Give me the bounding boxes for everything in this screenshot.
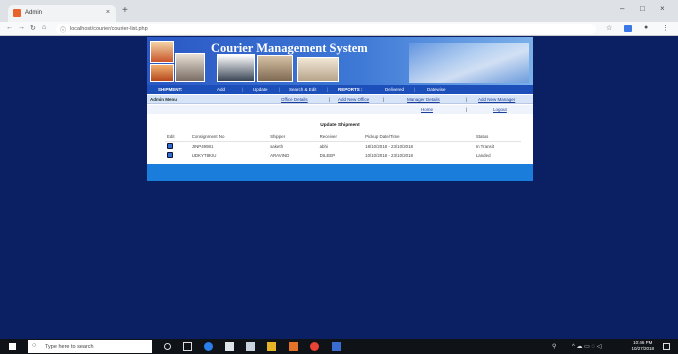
menu-search-edit-link[interactable]: Search & Edit (289, 87, 317, 92)
people-icon[interactable]: ⚲ (552, 343, 556, 350)
url-text: localhost/courier/courier-list.php (70, 26, 148, 32)
menu-separator: | (327, 87, 329, 92)
mic-icon[interactable] (164, 343, 171, 350)
table-header-row: Edit Consignment No Shipper Receiver Pic… (165, 133, 521, 142)
profile-icon[interactable]: ● (644, 24, 648, 31)
store-icon[interactable] (225, 342, 234, 351)
admin-menu-bar: Admin Menu Office Details | Add New Offi… (147, 95, 533, 104)
menu-separator: | (414, 87, 416, 92)
app-icon[interactable] (289, 342, 298, 351)
link-separator: | (466, 107, 468, 112)
taskbar-search-input[interactable]: ○ Type here to search (28, 340, 152, 353)
col-header-receiver: Receiver (317, 133, 364, 142)
reports-label: REPORTS : (338, 87, 363, 92)
maximize-button[interactable]: □ (640, 4, 645, 13)
courier-image-5 (297, 57, 339, 82)
col-header-consignment: Consignment No (189, 133, 269, 142)
section-title: Update Shipment (320, 123, 360, 128)
link-separator: | (329, 97, 331, 102)
forward-icon[interactable]: → (18, 24, 25, 31)
clock-date: 10/27/2018 (631, 346, 654, 351)
add-new-manager-link[interactable]: Add New Manager (478, 97, 515, 102)
menu-update-link[interactable]: Update (253, 87, 268, 92)
link-separator: | (383, 97, 385, 102)
search-placeholder: Type here to search (45, 344, 94, 350)
menu-delivered-link[interactable]: Delivered (385, 87, 404, 92)
col-header-edit: Edit (165, 133, 190, 142)
new-tab-button[interactable]: + (122, 5, 128, 16)
site-favicon-icon (13, 9, 21, 17)
edit-icon[interactable] (167, 142, 173, 149)
courier-image-4 (257, 55, 293, 82)
courier-image-3 (217, 54, 255, 82)
table-row: UDKYT8KIU ARAVIND DILEEP 10/10/2018 - 23… (165, 151, 521, 160)
col-header-status: Status (473, 133, 521, 142)
notification-icon[interactable] (663, 343, 670, 350)
add-new-office-link[interactable]: Add New Office (338, 97, 369, 102)
taskbar-clock[interactable]: 10:46 PM 10/27/2018 (631, 340, 654, 352)
system-tray-icons[interactable]: ^ ☁ ▭ ◌ ◁ (572, 343, 601, 350)
home-icon[interactable]: ⌂ (42, 24, 46, 31)
edit-icon[interactable] (167, 151, 173, 158)
task-view-icon[interactable] (183, 342, 192, 351)
app-icon-2[interactable] (332, 342, 341, 351)
logout-link[interactable]: Logout (493, 107, 507, 112)
receiver-cell: abhi (319, 143, 328, 149)
shipment-table: Edit Consignment No Shipper Receiver Pic… (165, 133, 521, 160)
browser-tab[interactable]: Admin × (8, 5, 116, 22)
site-banner: Courier Management System (147, 37, 533, 85)
shipper-cell: saketh (270, 143, 284, 149)
status-cell: In Transit (475, 143, 494, 149)
shipment-menu-bar: SHIPMENT: Add | Update | Search & Edit |… (147, 85, 533, 94)
office-details-link[interactable]: Office Details (281, 97, 308, 102)
site-title: Courier Management System (211, 41, 368, 55)
mail-icon[interactable] (246, 342, 255, 351)
extension-icon[interactable] (624, 25, 632, 32)
shipment-logo-image (150, 41, 174, 63)
close-window-button[interactable]: × (660, 4, 665, 13)
shipment-label: SHIPMENT: (158, 87, 183, 92)
pickup-cell: 10/10/2018 - 23/10/2018 (365, 152, 413, 158)
menu-datewise-link[interactable]: Datewise (427, 87, 446, 92)
page-container: Courier Management System SHIPMENT: Add … (147, 37, 533, 181)
table-row: JINP49981 saketh abhi 18/10/2018 - 23/10… (165, 141, 521, 151)
menu-separator: | (242, 87, 244, 92)
col-header-shipper: Shipper (268, 133, 318, 142)
link-separator: | (466, 97, 468, 102)
info-icon: ⓘ (60, 28, 67, 34)
bookmark-star-icon[interactable]: ☆ (606, 24, 612, 32)
consignment-cell: UDKYT8KIU (191, 152, 217, 158)
taskbar: ○ Type here to search ⚲ ^ ☁ ▭ ◌ ◁ 10:46 … (0, 339, 678, 354)
pickup-cell: 18/10/2018 - 23/10/2018 (365, 143, 413, 149)
manager-details-link[interactable]: Manager Details (407, 97, 440, 102)
admin-sub-links: Home | Logout (147, 105, 533, 114)
menu-separator: | (279, 87, 281, 92)
close-tab-icon[interactable]: × (106, 9, 110, 16)
minimize-button[interactable]: – (620, 4, 624, 13)
search-icon: ○ (32, 342, 37, 349)
edge-browser-icon[interactable] (204, 342, 213, 351)
consignment-cell: JINP49981 (191, 143, 214, 149)
browser-tab-bar: Admin × + – □ × (0, 0, 678, 22)
tab-title: Admin (25, 10, 43, 16)
file-explorer-icon[interactable] (267, 342, 276, 351)
page-footer (147, 164, 533, 181)
windows-start-icon[interactable] (9, 343, 16, 350)
menu-dots-icon[interactable]: ⋮ (662, 24, 669, 32)
address-bar-row: ← → ↻ ⌂ ⓘ localhost/courier/courier-list… (0, 22, 678, 36)
admin-menu-label: Admin Menu (150, 97, 177, 102)
home-link[interactable]: Home (421, 107, 433, 112)
shipper-cell: ARAVIND (270, 152, 290, 158)
col-header-pickup: Pickup Date/Time (363, 133, 474, 142)
airplane-image (409, 43, 529, 83)
reload-icon[interactable]: ↻ (30, 24, 36, 32)
status-cell: Landed (475, 152, 491, 158)
courier-image-2 (175, 53, 205, 82)
receiver-cell: DILEEP (319, 152, 336, 158)
url-input[interactable]: ⓘ localhost/courier/courier-list.php (56, 24, 596, 34)
courier-image-1 (150, 64, 174, 82)
menu-add-link[interactable]: Add (217, 87, 225, 92)
back-icon[interactable]: ← (6, 24, 13, 31)
chrome-icon[interactable] (310, 342, 319, 351)
